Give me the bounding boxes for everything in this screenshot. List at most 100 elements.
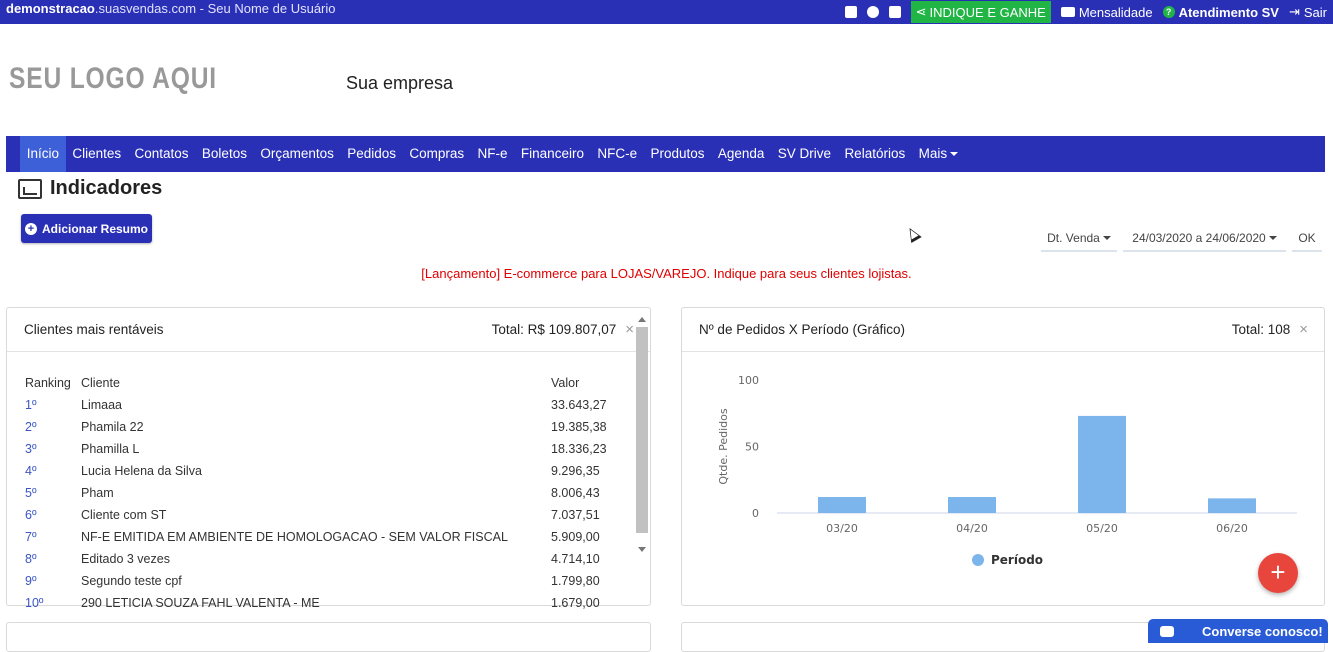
chat-label: Converse conosco! (1202, 623, 1323, 639)
nav-boletos[interactable]: Boletos (195, 136, 253, 172)
client-cell: Phamila 22 (81, 420, 144, 434)
card-title: Clientes mais rentáveis (24, 322, 164, 337)
date-range-select[interactable]: 24/03/2020 a 24/06/2020 (1123, 226, 1286, 252)
rank-cell: 5º (25, 486, 37, 500)
main-nav: Início Clientes Contatos Boletos Orçamen… (6, 136, 1325, 172)
client-cell: Segundo teste cpf (81, 574, 182, 588)
user-name: - Seu Nome de Usuário (196, 1, 336, 16)
page-header: Indicadores (18, 177, 162, 200)
value-cell: 4.714,10 (551, 552, 600, 566)
ok-button[interactable]: OK (1292, 226, 1322, 252)
nav-relatorios[interactable]: Relatórios (838, 136, 912, 172)
chevron-down-icon (1268, 236, 1277, 240)
domain-suffix: .suasvendas.com (94, 1, 197, 16)
logout-icon: ⇥ (1288, 4, 1300, 19)
scrollbar-thumb[interactable] (636, 327, 648, 533)
dashboard-icon (18, 178, 42, 199)
nav-financeiro[interactable]: Financeiro (514, 136, 590, 172)
bar (818, 497, 866, 513)
table-row[interactable]: 3º Phamilla L 18.336,23 (25, 438, 631, 460)
rank-cell: 7º (25, 530, 37, 544)
card-total: Total: R$ 109.807,07 (491, 322, 617, 337)
date-type-select[interactable]: Dt. Venda (1041, 226, 1117, 252)
add-summary-button[interactable]: + Adicionar Resumo (21, 214, 152, 243)
windows-icon[interactable] (888, 6, 901, 18)
nav-contatos[interactable]: Contatos (128, 136, 195, 172)
table-row[interactable]: 7º NF-E EMITIDA EM AMBIENTE DE HOMOLOGACA… (25, 526, 631, 548)
logout-link[interactable]: ⇥ Sair (1289, 4, 1327, 20)
y-tick-label: 50 (745, 441, 759, 454)
close-icon[interactable]: × (1299, 321, 1308, 338)
rank-cell: 2º (25, 420, 37, 434)
android-icon[interactable] (844, 6, 857, 18)
company-logo[interactable]: SEU LOGO AQUI (9, 62, 217, 96)
nav-sv-drive[interactable]: SV Drive (771, 136, 838, 172)
table-row[interactable]: 6º Cliente com ST 7.037,51 (25, 504, 631, 526)
table-row[interactable]: 1º Limaaa 33.643,27 (25, 394, 631, 416)
nav-pedidos[interactable]: Pedidos (341, 136, 403, 172)
lower-card-left (6, 622, 651, 652)
page-title: Indicadores (50, 177, 163, 199)
value-cell: 7.037,51 (551, 508, 600, 522)
nav-orcamentos[interactable]: Orçamentos (254, 136, 341, 172)
logout-label: Sair (1303, 4, 1327, 20)
client-cell: 290 LETICIA SOUZA FAHL VALENTA - ME (81, 596, 320, 610)
card-header: Nº de Pedidos X Período (Gráfico) Total:… (682, 308, 1324, 352)
nav-produtos[interactable]: Produtos (644, 136, 711, 172)
value-cell: 1.799,80 (551, 574, 600, 588)
nav-inicio[interactable]: Início (20, 136, 66, 172)
nav-nfce[interactable]: NFC-e (591, 136, 644, 172)
scroll-down-icon[interactable] (638, 547, 646, 552)
table-row[interactable]: 8º Editado 3 vezes 4.714,10 (25, 548, 631, 570)
nav-compras[interactable]: Compras (403, 136, 471, 172)
nav-nfe[interactable]: NF-e (471, 136, 514, 172)
card-total: Total: 108 (1231, 322, 1291, 337)
bar (1078, 415, 1126, 513)
chat-widget[interactable]: Converse conosco! (1148, 619, 1328, 643)
rank-cell: 4º (25, 464, 37, 478)
value-cell: 33.643,27 (551, 398, 607, 412)
nav-clientes[interactable]: Clientes (66, 136, 128, 172)
chevron-down-icon (950, 152, 959, 157)
top-bar: demonstracao.suasvendas.com - Seu Nome d… (0, 0, 1333, 24)
client-cell: Editado 3 vezes (81, 552, 170, 566)
company-name: Sua empresa (346, 73, 454, 93)
announcement-banner[interactable]: [Lançamento] E-commerce para LOJAS/VAREJ… (0, 266, 1333, 281)
refer-button[interactable]: ⋖ INDIQUE E GANHE (910, 1, 1051, 23)
value-cell: 5.909,00 (551, 530, 600, 544)
y-axis-label: Qtde. Pedidos (717, 408, 730, 484)
date-range-label: 24/03/2020 a 24/06/2020 (1132, 231, 1266, 245)
value-cell: 18.336,23 (551, 442, 607, 456)
refer-label: INDIQUE E GANHE (929, 4, 1046, 20)
apple-icon[interactable] (866, 6, 879, 18)
nav-agenda[interactable]: Agenda (711, 136, 771, 172)
value-cell: 8.006,43 (551, 486, 600, 500)
rank-cell: 10º (25, 596, 44, 610)
value-cell: 1.679,00 (551, 596, 600, 610)
rank-cell: 3º (25, 442, 37, 456)
table-row[interactable]: 5º Pham 8.006,43 (25, 482, 631, 504)
client-cell: Lucia Helena da Silva (81, 464, 202, 478)
table-row[interactable]: 2º Phamila 22 19.385,38 (25, 416, 631, 438)
top-clients-card: Clientes mais rentáveis Total: R$ 109.80… (6, 307, 651, 610)
client-cell: Cliente com ST (81, 508, 167, 522)
table-row[interactable]: 10º 290 LETICIA SOUZA FAHL VALENTA - ME 1.… (25, 592, 631, 614)
add-summary-label: Adicionar Resumo (41, 221, 149, 236)
scrollbar[interactable] (634, 313, 648, 556)
nav-mais[interactable]: Mais (912, 136, 965, 172)
column-header: Cliente (81, 376, 120, 390)
table-row[interactable]: 4º Lucia Helena da Silva 9.296,35 (25, 460, 631, 482)
add-fab-button[interactable]: + (1258, 553, 1298, 593)
table-header: Ranking Cliente Valor (25, 372, 631, 394)
scroll-up-icon[interactable] (638, 317, 646, 322)
support-link[interactable]: ? Atendimento SV (1162, 5, 1279, 20)
billing-link[interactable]: Mensalidade (1060, 5, 1153, 20)
rank-cell: 6º (25, 508, 37, 522)
table-row[interactable]: 9º Segundo teste cpf 1.799,80 (25, 570, 631, 592)
rank-cell: 9º (25, 574, 37, 588)
close-icon[interactable]: × (625, 321, 634, 338)
help-icon: ? (1162, 6, 1175, 18)
x-tick-label: 05/20 (1086, 522, 1118, 535)
orders-bar-chart: 0 50 100 Qtde. Pedidos 03/20 04/20 05/20 06/20 P… (717, 374, 1297, 567)
value-cell: 9.296,35 (551, 464, 600, 478)
